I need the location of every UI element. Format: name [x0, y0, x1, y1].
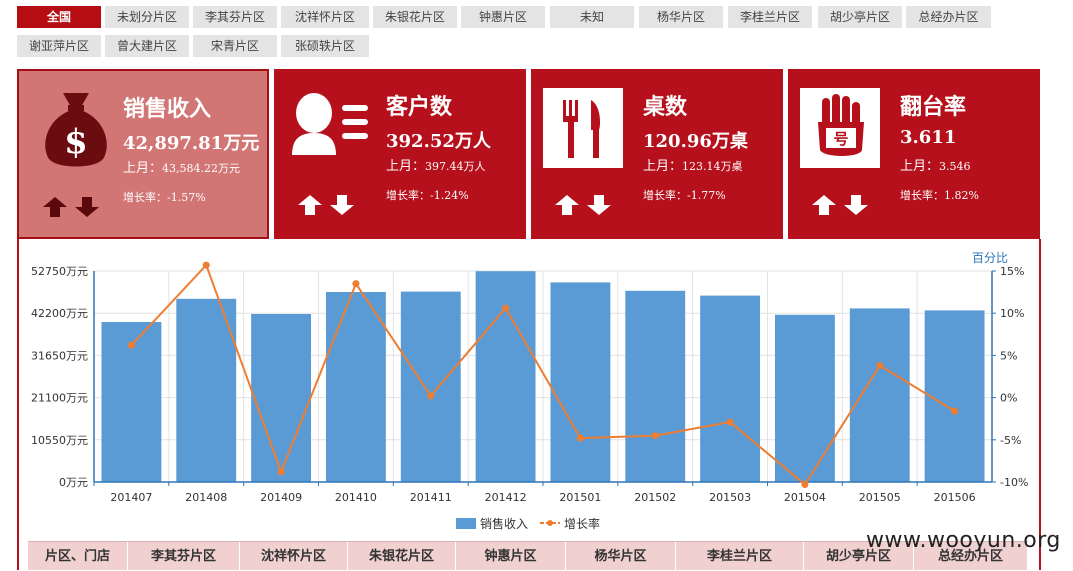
y-left-tick-label: 10550万元 — [31, 434, 88, 447]
x-tick-label: 201502 — [634, 491, 676, 504]
table-col-header[interactable]: 李桂兰片区 — [676, 542, 804, 570]
bar-201409 — [251, 314, 312, 482]
growth-point-201504 — [801, 481, 809, 489]
growth-point-201505 — [876, 362, 884, 370]
sales-growth-chart: 0万元 10550万元 21100万元 31650万元 42200万元 52750万元 -1… — [31, 251, 1028, 531]
growth-point-201502 — [651, 432, 659, 440]
table-col-header[interactable]: 钟惠片区 — [456, 542, 566, 570]
x-tick-label: 201505 — [859, 491, 901, 504]
x-tick-label: 201411 — [410, 491, 452, 504]
y-right-tick-label: 10% — [1000, 307, 1024, 320]
y-left-tick-label: 0万元 — [59, 476, 88, 489]
y-right-tick-label: 0% — [1000, 392, 1017, 405]
growth-point-201501 — [576, 434, 584, 442]
legend-line-marker — [547, 520, 553, 526]
y-right-tick-label: -5% — [1000, 434, 1021, 447]
growth-point-201503 — [726, 418, 734, 426]
table-col-header[interactable]: 片区、门店 — [28, 542, 128, 570]
x-tick-label: 201506 — [934, 491, 976, 504]
x-tick-label: 201503 — [709, 491, 751, 504]
watermark: www.wooyun.org — [866, 528, 1061, 553]
x-tick-label: 201410 — [335, 491, 377, 504]
bar-201506 — [924, 310, 985, 482]
bar-201503 — [700, 295, 761, 482]
bar-201502 — [625, 290, 686, 482]
legend-bar-swatch — [456, 518, 476, 529]
y-right-tick-label: 15% — [1000, 265, 1024, 278]
x-tick-label: 201409 — [260, 491, 302, 504]
table-col-header[interactable]: 朱银花片区 — [348, 542, 456, 570]
chart-legend[interactable]: 销售收入 增长率 — [456, 516, 600, 531]
legend-label-growth: 增长率 — [564, 516, 600, 531]
growth-point-201408 — [202, 261, 210, 269]
growth-point-201407 — [127, 341, 135, 349]
table-col-header[interactable]: 杨华片区 — [566, 542, 676, 570]
table-col-header[interactable]: 沈祥怀片区 — [240, 542, 348, 570]
bar-201411 — [400, 291, 461, 482]
x-tick-label: 201501 — [559, 491, 601, 504]
y-left-tick-label: 31650万元 — [31, 349, 88, 362]
x-tick-label: 201412 — [485, 491, 527, 504]
bar-201412 — [475, 271, 536, 482]
x-tick-label: 201504 — [784, 491, 826, 504]
y-right-tick-label: -10% — [1000, 476, 1028, 489]
bar-201501 — [550, 282, 611, 482]
x-tick-label: 201408 — [185, 491, 227, 504]
growth-point-201411 — [427, 392, 435, 400]
bar-201410 — [325, 292, 386, 482]
y-right-tick-label: 5% — [1000, 349, 1017, 362]
table-col-header[interactable]: 李其芬片区 — [128, 542, 240, 570]
x-tick-label: 201407 — [110, 491, 152, 504]
right-axis-title: 百分比 — [972, 251, 1008, 265]
growth-point-201409 — [277, 468, 285, 476]
bar-201505 — [849, 308, 910, 482]
growth-point-201412 — [502, 304, 510, 312]
legend-label-sales: 销售收入 — [480, 516, 528, 531]
bar-201504 — [774, 314, 835, 482]
bar-201408 — [176, 298, 237, 482]
growth-point-201410 — [352, 280, 360, 288]
y-left-tick-label: 42200万元 — [31, 307, 88, 320]
y-left-tick-label: 52750万元 — [31, 265, 88, 278]
y-left-tick-label: 21100万元 — [31, 392, 88, 405]
growth-point-201506 — [951, 407, 959, 415]
